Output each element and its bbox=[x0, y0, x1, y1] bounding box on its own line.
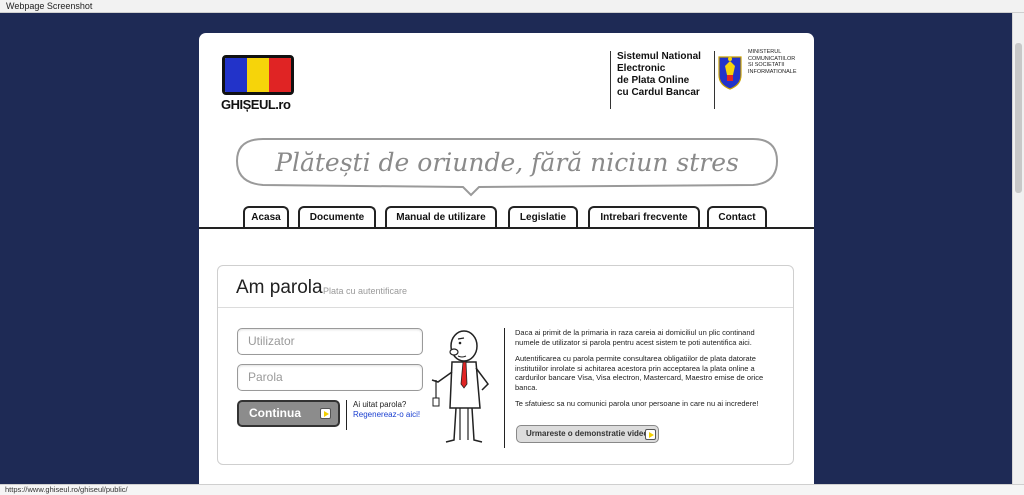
ministry-line: INFORMATIONALE bbox=[748, 68, 797, 75]
info-paragraph: Te sfatuiesc sa nu comunici parola unor … bbox=[515, 399, 759, 408]
slogan-text: Plătești de oriunde, fără niciun stres bbox=[274, 148, 739, 177]
panel-title: Am parola bbox=[236, 277, 323, 298]
page-container: GHIȘEUL.ro Sistemul National Electronic … bbox=[199, 33, 814, 484]
arrow-right-icon bbox=[645, 429, 656, 440]
forgot-password: Ai uitat parola? Regenereaz-o aici! bbox=[346, 400, 433, 430]
system-title-line: Electronic bbox=[617, 63, 666, 74]
tab-contact[interactable]: Contact bbox=[707, 206, 767, 227]
vertical-scrollbar[interactable] bbox=[1012, 13, 1024, 484]
status-bar: https://www.ghiseul.ro/ghiseul/public/ bbox=[0, 484, 1024, 495]
nav-baseline bbox=[199, 227, 814, 229]
logo-text: GHIȘEUL.ro bbox=[221, 97, 291, 112]
flag-logo-icon bbox=[222, 55, 294, 95]
romanian-coat-of-arms-icon bbox=[718, 56, 742, 90]
tab-intrebari[interactable]: Intrebari frecvente bbox=[588, 206, 700, 227]
status-url: https://www.ghiseul.ro/ghiseul/public/ bbox=[5, 485, 128, 494]
regenerate-password-link[interactable]: Regenereaz-o aici! bbox=[353, 410, 433, 420]
system-title-line: Sistemul National bbox=[617, 51, 701, 62]
panel-header: Am parola Plata cu autentificare bbox=[218, 266, 793, 308]
tab-legislatie[interactable]: Legislatie bbox=[508, 206, 578, 227]
continue-button-label: Continua bbox=[249, 406, 301, 420]
site-logo[interactable]: GHIȘEUL.ro bbox=[221, 53, 294, 115]
continue-button[interactable]: Continua bbox=[237, 400, 340, 427]
system-title-line: cu Cardul Bancar bbox=[617, 87, 700, 98]
tab-acasa[interactable]: Acasa bbox=[243, 206, 289, 227]
forgot-password-text: Ai uitat parola? bbox=[353, 400, 407, 409]
tab-manual[interactable]: Manual de utilizare bbox=[385, 206, 497, 227]
arrow-right-icon bbox=[320, 408, 331, 419]
username-input[interactable]: Utilizator bbox=[237, 328, 423, 355]
window-title: Webpage Screenshot bbox=[6, 1, 93, 11]
info-paragraph: Daca ai primit de la primaria in raza ca… bbox=[515, 328, 755, 347]
video-demo-button-label: Urmareste o demonstratie video bbox=[526, 429, 649, 438]
tab-documente[interactable]: Documente bbox=[298, 206, 376, 227]
info-section: Daca ai primit de la primaria in raza ca… bbox=[504, 328, 776, 448]
ministry-label: MINISTERUL COMUNICATIILOR SI SOCIETATII … bbox=[748, 49, 818, 75]
scrollbar-thumb[interactable] bbox=[1015, 43, 1022, 193]
slogan-bubble: Plătești de oriunde, fără niciun stres bbox=[235, 138, 779, 197]
browser-viewport: GHIȘEUL.ro Sistemul National Electronic … bbox=[0, 13, 1012, 484]
system-title-line: de Plata Online bbox=[617, 75, 690, 86]
system-title: Sistemul National Electronic de Plata On… bbox=[610, 51, 715, 109]
panel-subtitle: Plata cu autentificare bbox=[323, 286, 408, 296]
password-input[interactable]: Parola bbox=[237, 364, 423, 391]
window-titlebar: Webpage Screenshot bbox=[0, 0, 1024, 13]
mascot-illustration-icon bbox=[431, 330, 489, 443]
video-demo-button[interactable]: Urmareste o demonstratie video bbox=[516, 425, 659, 443]
login-panel: Am parola Plata cu autentificare Utiliza… bbox=[217, 265, 794, 465]
info-paragraph: Autentificarea cu parola permite consult… bbox=[515, 354, 764, 392]
